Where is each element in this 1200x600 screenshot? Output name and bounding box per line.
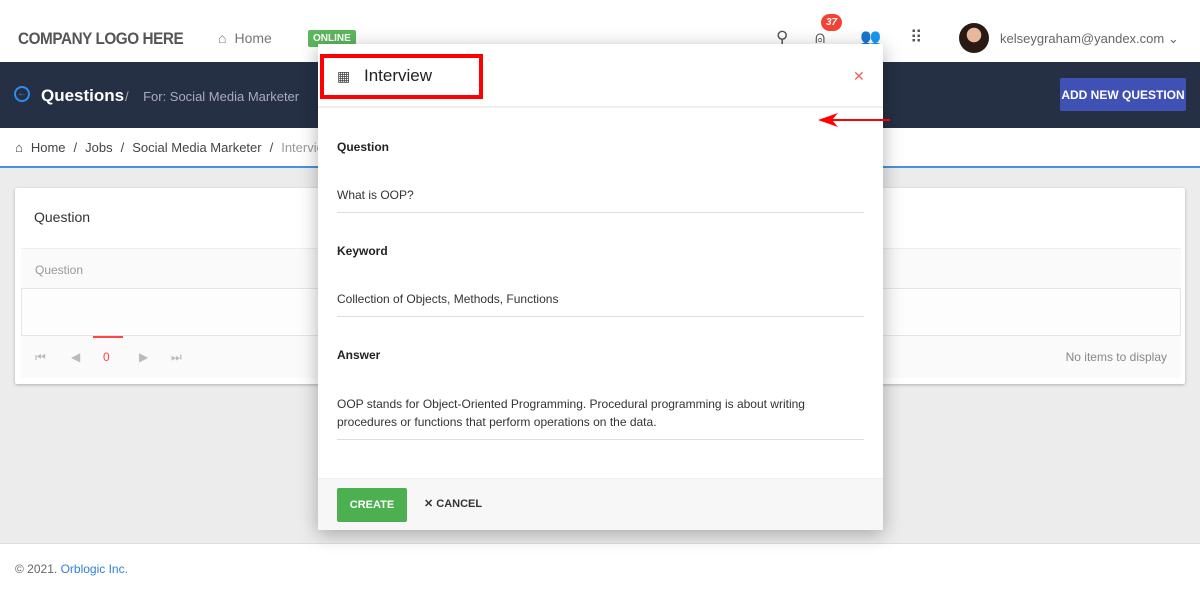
question-label: Question xyxy=(337,140,390,154)
modal-header: ▦ Interview ✕ xyxy=(318,44,883,108)
question-input[interactable]: What is OOP? xyxy=(337,186,864,213)
keyword-label: Keyword xyxy=(337,244,388,258)
notification-count: 37 xyxy=(821,14,843,31)
page-title: Questions xyxy=(41,86,125,105)
last-page-icon[interactable]: ⏭ xyxy=(171,350,182,365)
nav-home[interactable]: ⌂ Home xyxy=(218,30,272,46)
cancel-button[interactable]: ✕ CANCEL xyxy=(424,497,482,510)
next-page-icon[interactable]: ▶ xyxy=(139,350,148,364)
company-logo: COMPANY LOGO HERE xyxy=(18,29,184,48)
pager-info: No items to display xyxy=(1065,350,1167,364)
avatar[interactable] xyxy=(959,23,989,53)
user-menu[interactable]: kelseygraham@yandex.com ⌄ xyxy=(1000,31,1179,47)
footer: © 2021. Orblogic Inc. xyxy=(0,543,1200,600)
home-icon: ⌂ xyxy=(15,140,23,155)
add-new-question-button[interactable]: ADD NEW QUESTION xyxy=(1060,78,1186,111)
breadcrumb-job[interactable]: Social Media Marketer xyxy=(132,140,261,155)
breadcrumb-home[interactable]: Home xyxy=(31,140,66,155)
card-title: Question xyxy=(34,209,91,225)
create-button[interactable]: CREATE xyxy=(337,488,407,522)
breadcrumb-jobs[interactable]: Jobs xyxy=(85,140,112,155)
first-page-icon[interactable]: ⏮ xyxy=(35,350,46,365)
home-icon: ⌂ xyxy=(218,30,227,46)
modal-footer: CREATE ✕ CANCEL xyxy=(318,478,883,530)
answer-label: Answer xyxy=(337,348,381,362)
page-number[interactable]: 0 xyxy=(103,350,110,364)
close-icon[interactable]: ✕ xyxy=(853,68,865,85)
chevron-down-icon: ⌄ xyxy=(1167,31,1179,46)
interview-modal: ▦ Interview ✕ Question What is OOP? Keyw… xyxy=(318,44,890,530)
back-arrow-icon[interactable]: ← xyxy=(14,86,30,102)
page-subtitle: / For: Social Media Marketer xyxy=(125,89,300,104)
company-link[interactable]: Orblogic Inc. xyxy=(61,562,128,576)
prev-page-icon[interactable]: ◀ xyxy=(71,350,80,364)
apps-grid-icon[interactable]: ⠿ xyxy=(910,28,923,48)
annotation-arrow xyxy=(818,113,890,127)
answer-textarea[interactable]: OOP stands for Object-Oriented Programmi… xyxy=(337,395,864,440)
close-icon: ✕ xyxy=(424,498,434,510)
highlight-box xyxy=(320,54,483,99)
keyword-input[interactable]: Collection of Objects, Methods, Function… xyxy=(337,290,864,317)
